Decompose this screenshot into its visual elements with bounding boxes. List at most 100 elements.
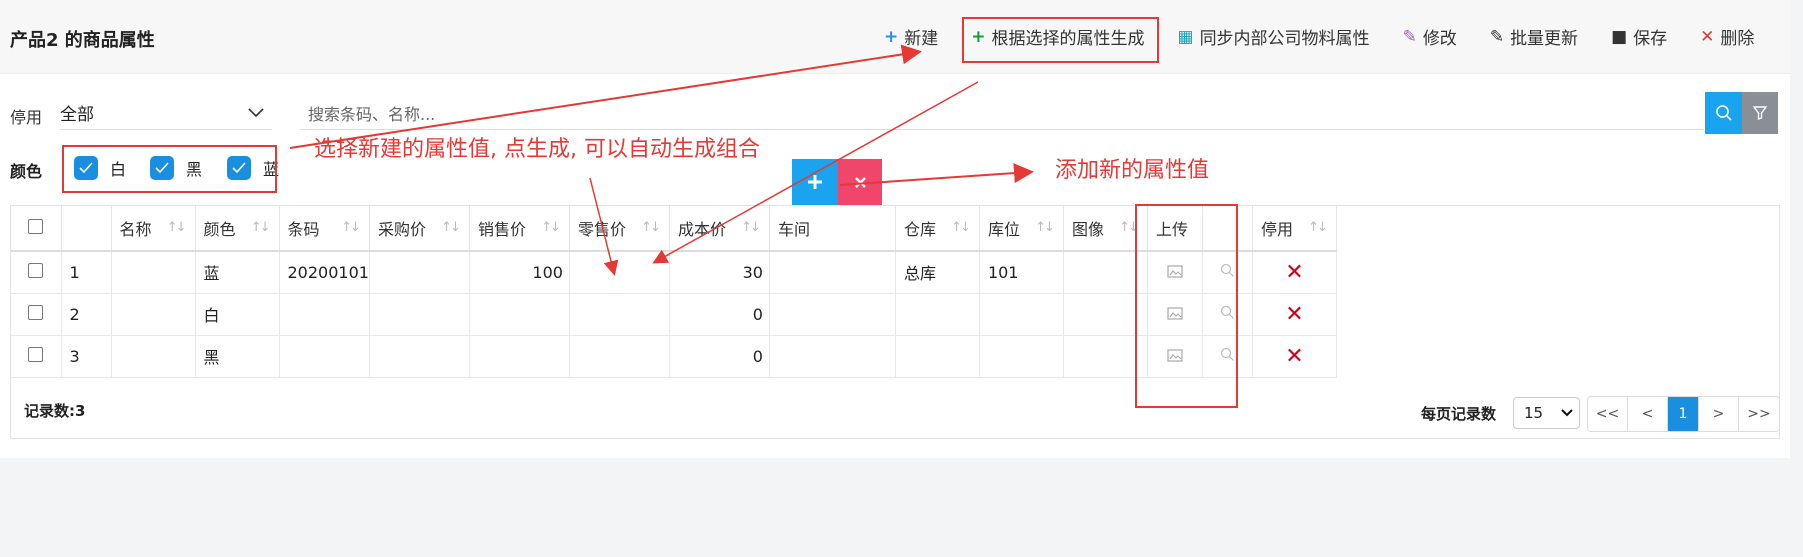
save-button[interactable]: ■ 保存 <box>1611 24 1667 50</box>
cell-cost[interactable]: 0 <box>669 335 770 378</box>
column-header-name[interactable]: 名称 ↑↓ <box>111 206 196 252</box>
cell-barcode[interactable] <box>279 293 370 336</box>
column-header-purchase-price[interactable]: 采购价 ↑↓ <box>369 206 470 252</box>
close-icon: ✕ <box>1700 26 1715 47</box>
cell-workshop[interactable] <box>769 251 896 294</box>
column-header-index <box>61 206 112 252</box>
cell-color[interactable]: 白 <box>195 293 280 336</box>
cell-location[interactable] <box>979 335 1064 378</box>
delete-icon[interactable]: ✕ <box>1285 302 1303 327</box>
column-header-label: 图像 <box>1071 220 1104 239</box>
row-select-cell[interactable] <box>11 293 62 336</box>
select-all-header[interactable] <box>11 206 62 252</box>
column-header-cost-price[interactable]: 成本价 ↑↓ <box>669 206 770 252</box>
row-checkbox[interactable] <box>28 346 44 362</box>
row-select-cell[interactable] <box>11 251 62 294</box>
sort-icon[interactable]: ↑↓ <box>541 220 561 235</box>
cell-sale[interactable] <box>469 335 570 378</box>
toolbar-label: 批量更新 <box>1510 29 1579 49</box>
disabled-cell[interactable]: ✕ <box>1252 251 1337 294</box>
cell-warehouse[interactable] <box>895 293 980 336</box>
cell-name[interactable] <box>111 293 196 336</box>
cell-purchase[interactable] <box>369 293 470 336</box>
chevron-down-icon <box>1561 409 1573 417</box>
prev-page-button[interactable]: < <box>1628 397 1668 431</box>
row-checkbox[interactable] <box>28 304 44 320</box>
column-header-workshop[interactable]: 车间 <box>769 206 896 252</box>
cell-name[interactable] <box>111 251 196 294</box>
delete-icon[interactable]: ✕ <box>1285 260 1303 285</box>
column-header-label: 车间 <box>777 220 810 239</box>
cell-color[interactable]: 黑 <box>195 335 280 378</box>
cell-cost[interactable]: 0 <box>669 293 770 336</box>
per-page-select[interactable]: 15 <box>1513 397 1580 429</box>
sort-icon[interactable]: ↑↓ <box>167 220 187 235</box>
cell-location[interactable]: 101 <box>979 251 1064 294</box>
row-checkbox[interactable] <box>28 262 44 278</box>
cell-sale[interactable]: 100 <box>469 251 570 294</box>
cell-warehouse[interactable] <box>895 335 980 378</box>
sort-icon[interactable]: ↑↓ <box>1035 220 1055 235</box>
cell-cost[interactable]: 30 <box>669 251 770 294</box>
sort-icon[interactable]: ↑↓ <box>741 220 761 235</box>
column-header-warehouse[interactable]: 仓库 ↑↓ <box>895 206 980 252</box>
cell-purchase[interactable] <box>369 251 470 294</box>
sort-icon[interactable]: ↑↓ <box>1308 220 1328 235</box>
column-header-label: 库位 <box>987 220 1020 239</box>
delete-button[interactable]: ✕ 删除 <box>1700 24 1754 50</box>
sort-icon[interactable]: ↑↓ <box>251 220 271 235</box>
annotation-add-hint: 添加新的属性值 <box>1055 158 1210 183</box>
search-icon <box>1715 105 1732 121</box>
filter-row: 停用 全部 搜索条码、名称... <box>0 92 1790 136</box>
cell-workshop[interactable] <box>769 335 896 378</box>
search-button[interactable] <box>1705 92 1742 134</box>
cell-no: 2 <box>61 293 112 336</box>
sort-icon[interactable]: ↑↓ <box>341 220 361 235</box>
edit-button[interactable]: ✎ 修改 <box>1403 24 1457 50</box>
cell-barcode[interactable]: 20200101 <box>279 251 370 294</box>
sync-material-attributes-button[interactable]: ▦ 同步内部公司物料属性 <box>1177 24 1370 50</box>
sort-icon[interactable]: ↑↓ <box>641 220 661 235</box>
search-placeholder: 搜索条码、名称... <box>308 104 436 124</box>
disabled-cell[interactable]: ✕ <box>1252 335 1337 378</box>
column-header-label: 停用 <box>1260 220 1293 239</box>
cell-warehouse[interactable]: 总库 <box>895 251 980 294</box>
column-header-disabled[interactable]: 停用 ↑↓ <box>1252 206 1337 252</box>
cell-location[interactable] <box>979 293 1064 336</box>
search-input[interactable]: 搜索条码、名称... <box>300 96 1704 130</box>
disabled-cell[interactable]: ✕ <box>1252 293 1337 336</box>
column-header-location[interactable]: 库位 ↑↓ <box>979 206 1064 252</box>
advanced-filter-button[interactable] <box>1742 92 1778 134</box>
next-page-button[interactable]: > <box>1699 397 1739 431</box>
cell-workshop[interactable] <box>769 293 896 336</box>
row-select-cell[interactable] <box>11 335 62 378</box>
cell-retail[interactable] <box>569 335 670 378</box>
header-bar: 产品2 的商品属性 + 新建 + 根据选择的属性生成 ▦ 同步内部公司物料属性 ✎ 修改 ✎ 批量… <box>0 0 1790 74</box>
column-header-label: 颜色 <box>203 220 236 239</box>
cell-barcode[interactable] <box>279 335 370 378</box>
cell-sale[interactable] <box>469 293 570 336</box>
sort-icon[interactable]: ↑↓ <box>441 220 461 235</box>
cell-color[interactable]: 蓝 <box>195 251 280 294</box>
select-all-checkbox[interactable] <box>28 218 44 234</box>
cell-retail[interactable] <box>569 293 670 336</box>
column-header-retail-price[interactable]: 零售价 ↑↓ <box>569 206 670 252</box>
sort-icon[interactable]: ↑↓ <box>951 220 971 235</box>
edit-icon: ✎ <box>1489 26 1505 47</box>
grid-icon: ▦ <box>1177 26 1194 47</box>
disabled-filter-select[interactable]: 全部 <box>60 96 272 130</box>
new-button[interactable]: + 新建 <box>884 24 938 50</box>
first-page-button[interactable]: << <box>1588 397 1628 431</box>
batch-update-button[interactable]: ✎ 批量更新 <box>1489 24 1579 50</box>
column-header-color[interactable]: 颜色 ↑↓ <box>195 206 280 252</box>
cell-retail[interactable] <box>569 251 670 294</box>
page-1-button[interactable]: 1 <box>1668 397 1699 431</box>
last-page-button[interactable]: >> <box>1739 397 1779 431</box>
remove-attribute-value-button[interactable] <box>838 159 882 205</box>
column-header-sale-price[interactable]: 销售价 ↑↓ <box>469 206 570 252</box>
add-attribute-value-button[interactable] <box>792 159 838 205</box>
cell-name[interactable] <box>111 335 196 378</box>
column-header-barcode[interactable]: 条码 ↑↓ <box>279 206 370 252</box>
cell-purchase[interactable] <box>369 335 470 378</box>
delete-icon[interactable]: ✕ <box>1285 344 1303 369</box>
